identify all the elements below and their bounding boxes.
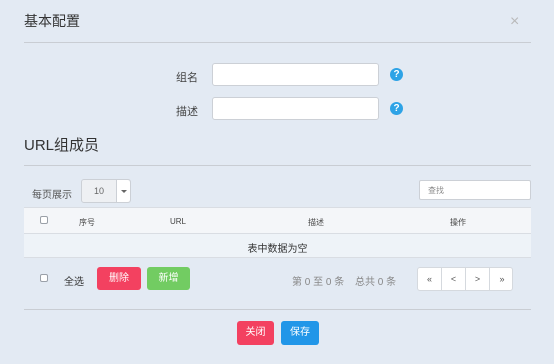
select-all-checkbox[interactable] <box>40 274 48 282</box>
group-name-input[interactable] <box>212 63 379 86</box>
description-input[interactable] <box>212 97 379 120</box>
total-info: 总共 0 条 <box>355 277 397 288</box>
dropdown-toggle[interactable] <box>116 180 130 202</box>
table-header: 序号 URL 描述 操作 <box>24 207 531 234</box>
help-icon[interactable]: ? <box>390 68 403 81</box>
close-icon[interactable]: × <box>510 13 519 31</box>
page-info: 第 0 至 0 条 <box>292 277 345 288</box>
pagination: « < > » <box>417 267 513 291</box>
page-size-select[interactable]: 10 <box>81 179 131 203</box>
page-size-value: 10 <box>94 186 105 196</box>
empty-table-text: 表中数据为空 <box>247 244 308 255</box>
help-icon[interactable]: ? <box>390 102 403 115</box>
footer-divider <box>24 309 531 310</box>
section-divider <box>24 165 531 166</box>
next-page-button[interactable]: > <box>466 268 490 290</box>
page-size-label: 每页展示 <box>32 190 72 201</box>
empty-table-row: 表中数据为空 <box>24 234 531 258</box>
save-button[interactable]: 保存 <box>281 321 319 345</box>
column-header-url: URL <box>170 217 187 226</box>
select-all-label: 全选 <box>64 277 84 288</box>
header-checkbox[interactable] <box>40 216 48 224</box>
add-button[interactable]: 新增 <box>147 267 190 290</box>
search-input[interactable] <box>419 180 531 200</box>
close-button[interactable]: 关闭 <box>237 321 274 345</box>
chevron-down-icon <box>121 190 127 193</box>
prev-page-button[interactable]: < <box>442 268 466 290</box>
delete-button[interactable]: 删除 <box>97 267 141 290</box>
group-name-label: 组名 <box>176 72 198 84</box>
column-header-description: 描述 <box>308 218 324 227</box>
description-label: 描述 <box>176 106 198 118</box>
column-header-index: 序号 <box>79 218 95 227</box>
header-divider <box>24 42 531 43</box>
section-title: URL组成员 <box>24 137 100 154</box>
column-header-actions: 操作 <box>450 218 466 227</box>
dialog-title: 基本配置 <box>24 13 80 29</box>
first-page-button[interactable]: « <box>418 268 442 290</box>
last-page-button[interactable]: » <box>490 268 514 290</box>
